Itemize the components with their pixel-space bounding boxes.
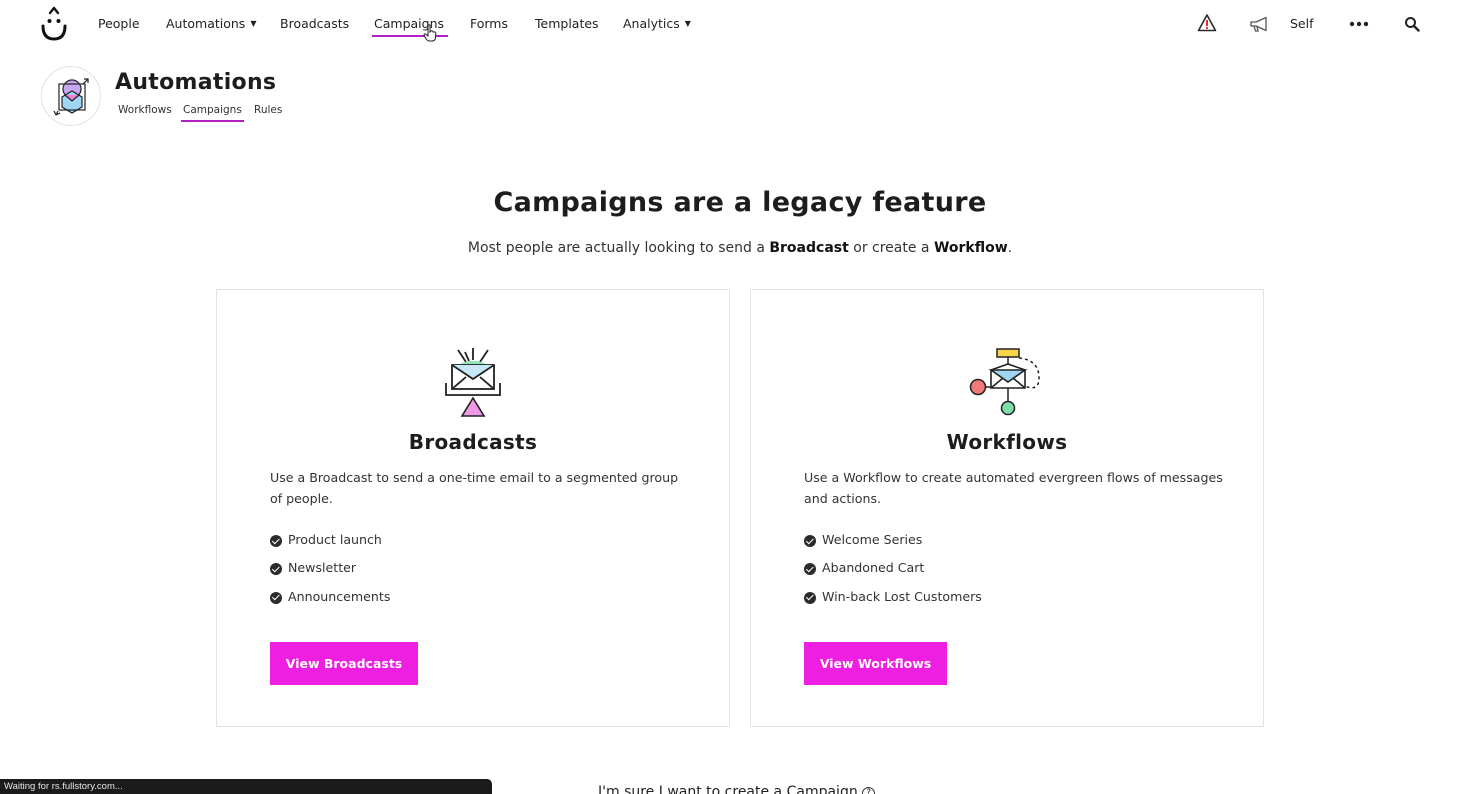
view-workflows-button[interactable]: View Workflows	[804, 642, 947, 685]
chevron-down-icon: ▼	[250, 19, 257, 28]
subtitle-broadcast: Broadcast	[769, 240, 849, 256]
browser-status-bar: Waiting for rs.fullstory.com...	[0, 779, 492, 794]
list-item: Abandoned Cart	[804, 560, 982, 588]
nav-people[interactable]: People	[98, 16, 140, 31]
workflows-use-cases: Welcome Series Abandoned Cart Win-back L…	[804, 532, 982, 617]
create-campaign-link[interactable]: I'm sure I want to create a Campaign ?	[598, 784, 876, 794]
list-item: Win-back Lost Customers	[804, 589, 982, 617]
help-circle-icon[interactable]: ?	[862, 787, 876, 794]
legacy-feature-subtitle: Most people are actually looking to send…	[0, 240, 1480, 256]
hand-cursor-icon	[423, 24, 437, 42]
page-title: Automations	[115, 70, 277, 95]
view-broadcasts-button[interactable]: View Broadcasts	[270, 642, 418, 685]
subtitle-prefix: Most people are actually looking to send…	[467, 240, 770, 256]
tab-campaigns[interactable]: Campaigns	[181, 104, 244, 122]
drip-logo-icon[interactable]	[38, 6, 70, 42]
broadcasts-use-cases: Product launch Newsletter Announcements	[270, 532, 390, 617]
legacy-feature-heading: Campaigns are a legacy feature	[493, 187, 987, 218]
list-item-label: Product launch	[288, 532, 382, 547]
nav-automations-label: Automations	[166, 16, 246, 31]
broadcasts-card: Broadcasts Use a Broadcast to send a one…	[216, 289, 730, 727]
subtitle-suffix: .	[1007, 240, 1013, 256]
list-item-label: Abandoned Cart	[822, 560, 925, 576]
workflows-card: Workflows Use a Workflow to create autom…	[750, 289, 1264, 727]
automations-illustration-icon	[53, 78, 89, 116]
list-item-label: Announcements	[288, 588, 391, 604]
broadcasts-title: Broadcasts	[408, 430, 538, 454]
tab-workflows[interactable]: Workflows	[118, 104, 172, 116]
list-item: Welcome Series	[804, 532, 982, 560]
megaphone-icon[interactable]	[1249, 16, 1271, 33]
create-campaign-label: I'm sure I want to create a Campaign	[598, 784, 858, 794]
nav-forms[interactable]: Forms	[470, 16, 508, 31]
list-item-label: Newsletter	[288, 560, 357, 576]
nav-analytics-label: Analytics	[623, 16, 680, 31]
alert-icon[interactable]	[1197, 13, 1217, 33]
account-label[interactable]: Self	[1290, 16, 1314, 31]
workflow-diagram-icon	[969, 348, 1040, 416]
list-item-label: Win-back Lost Customers	[822, 588, 982, 604]
tab-rules[interactable]: Rules	[254, 104, 282, 116]
workflows-title: Workflows	[946, 430, 1068, 454]
more-icon[interactable]	[1349, 20, 1369, 28]
check-circle-icon	[804, 591, 816, 604]
nav-broadcasts[interactable]: Broadcasts	[280, 16, 349, 31]
subtitle-middle: or create a	[848, 240, 934, 256]
check-circle-icon	[270, 535, 282, 547]
list-item: Product launch	[270, 532, 390, 560]
nav-templates[interactable]: Templates	[535, 16, 599, 31]
check-circle-icon	[804, 535, 816, 547]
broadcasts-description: Use a Broadcast to send a one-time email…	[270, 470, 679, 506]
subtitle-workflow: Workflow	[933, 240, 1008, 256]
nav-automations[interactable]: Automations ▼	[166, 16, 256, 31]
chevron-down-icon: ▼	[684, 19, 691, 28]
check-circle-icon	[804, 563, 816, 576]
list-item-label: Welcome Series	[822, 532, 923, 547]
check-circle-icon	[270, 591, 282, 604]
top-navigation: People Automations ▼ Broadcasts Campaigns…	[0, 0, 1480, 50]
check-circle-icon	[270, 563, 282, 576]
workflows-description: Use a Workflow to create automated everg…	[804, 470, 1223, 506]
list-item: Announcements	[270, 589, 390, 617]
broadcast-envelope-icon	[445, 348, 501, 417]
automations-section-avatar	[41, 66, 101, 126]
nav-analytics[interactable]: Analytics ▼	[623, 16, 691, 31]
search-icon[interactable]	[1404, 16, 1420, 32]
list-item: Newsletter	[270, 560, 390, 588]
